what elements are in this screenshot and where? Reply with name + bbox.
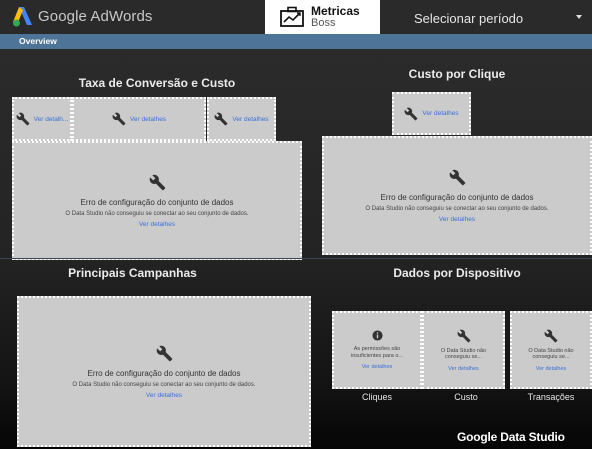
- error-title: Erro de configuração do conjunto de dado…: [87, 368, 241, 378]
- section-title-campanhas: Principais Campanhas: [68, 266, 197, 280]
- error-title: Erro de configuração do conjunto de dado…: [80, 197, 234, 207]
- top-bar: Google AdWords Metricas Boss Selecionar …: [0, 0, 592, 34]
- error-message: O Data Studio não conseguiu se...: [528, 347, 574, 361]
- details-link[interactable]: Ver detalhes: [422, 110, 458, 117]
- error-message: O Data Studio não conseguiu se conectar …: [65, 210, 249, 217]
- chart-widget-cpc[interactable]: Erro de configuração do conjunto de dado…: [322, 136, 592, 255]
- chevron-down-icon: [576, 15, 582, 19]
- error-title: Erro de configuração do conjunto de dado…: [380, 192, 534, 202]
- scorecard-widget[interactable]: Ver detalhes: [207, 97, 276, 141]
- adwords-logo-icon: [13, 7, 32, 27]
- wrench-icon: [149, 174, 165, 190]
- brand-logo: Metricas Boss: [265, 0, 380, 34]
- details-link[interactable]: Ver detalh...: [34, 116, 69, 123]
- device-caption-transacoes: Transações: [527, 392, 575, 402]
- scorecard-widget[interactable]: Ver detalhes: [392, 92, 471, 135]
- scorecard-widget[interactable]: Ver detalh...: [12, 97, 72, 141]
- device-caption-cliques: Cliques: [361, 392, 392, 402]
- wrench-icon: [112, 112, 126, 126]
- error-message: As permissões são insuficientes para o..…: [351, 346, 403, 359]
- period-select-label: Selecionar período: [414, 11, 524, 26]
- section-title-conversao: Taxa de Conversão e Custo: [78, 76, 236, 90]
- device-widget-transacoes[interactable]: O Data Studio não conseguiu se... Ver de…: [510, 311, 592, 389]
- wrench-icon: [16, 112, 30, 126]
- brand-name: Metricas: [311, 4, 360, 18]
- data-studio-logo: Google Data Studio: [457, 430, 565, 444]
- table-widget-campanhas[interactable]: Erro de configuração do conjunto de dado…: [17, 296, 311, 447]
- page-tab-bar: Overview: [0, 34, 592, 49]
- details-link[interactable]: Ver detalhes: [146, 392, 182, 399]
- app-title: Google AdWords: [38, 8, 153, 25]
- wrench-icon: [156, 345, 172, 361]
- wrench-icon: [404, 107, 418, 120]
- tab-overview[interactable]: Overview: [19, 36, 57, 46]
- section-title-cpc: Custo por Clique: [408, 67, 506, 81]
- error-message: O Data Studio não conseguiu se...: [440, 347, 487, 361]
- details-link[interactable]: Ver detalhes: [439, 216, 475, 223]
- info-icon: [371, 330, 383, 341]
- scorecard-widget[interactable]: Ver detalhes: [72, 97, 206, 141]
- section-title-dispositivo: Dados por Dispositivo: [393, 266, 521, 280]
- details-link[interactable]: Ver detalhes: [536, 366, 567, 372]
- device-caption-custo: Custo: [454, 392, 478, 402]
- section-divider: [0, 258, 592, 259]
- wrench-icon: [214, 112, 228, 126]
- chart-widget-conversao[interactable]: Erro de configuração do conjunto de dado…: [12, 141, 302, 260]
- error-message: O Data Studio não conseguiu se conectar …: [365, 205, 549, 212]
- error-message: O Data Studio não conseguiu se conectar …: [72, 381, 256, 388]
- brand-subtitle: Boss: [311, 17, 336, 29]
- device-widget-cliques[interactable]: As permissões são insuficientes para o..…: [332, 311, 422, 389]
- details-link[interactable]: Ver detalhes: [232, 116, 268, 123]
- details-link[interactable]: Ver detalhes: [139, 221, 175, 228]
- period-select[interactable]: Selecionar período: [400, 0, 592, 34]
- device-widget-custo[interactable]: O Data Studio não conseguiu se... Ver de…: [422, 311, 505, 389]
- wrench-icon: [544, 329, 558, 342]
- details-link[interactable]: Ver detalhes: [362, 364, 393, 370]
- details-link[interactable]: Ver detalhes: [130, 116, 166, 123]
- wrench-icon: [457, 329, 470, 342]
- chart-briefcase-icon: [280, 6, 304, 27]
- wrench-icon: [449, 169, 465, 185]
- details-link[interactable]: Ver detalhes: [448, 366, 479, 372]
